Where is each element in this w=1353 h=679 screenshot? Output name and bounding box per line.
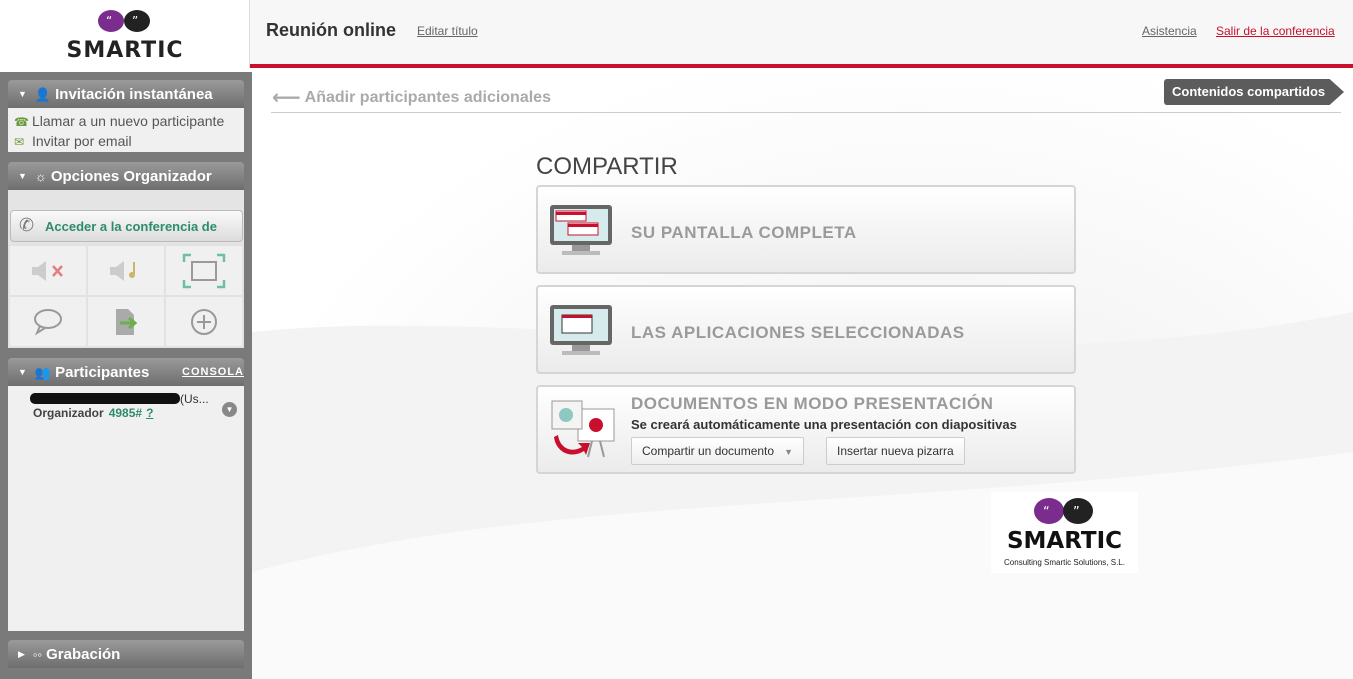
participant-role: Organizador xyxy=(33,406,104,420)
edit-title-link[interactable]: Editar título xyxy=(417,24,478,38)
participant-role-row: Organizador 4985#? xyxy=(33,406,153,420)
collapse-icon: ▼ xyxy=(18,89,27,99)
full-screen-label: SU PANTALLA COMPLETA xyxy=(631,223,857,242)
invite-panel-title: Invitación instantánea xyxy=(55,86,213,103)
logo-text: SMARTIC xyxy=(66,38,184,63)
shared-contents-button[interactable]: Contenidos compartidos xyxy=(1164,79,1344,105)
add-participants-label: Añadir participantes adicionales xyxy=(304,89,551,106)
group-icon: 👥 xyxy=(34,365,52,380)
invite-panel-header[interactable]: ▼ 👤 Invitación instantánea xyxy=(8,80,244,108)
main-content: ⟵ Añadir participantes adicionales Conten… xyxy=(252,72,1353,679)
participant-name-suffix: (Us... xyxy=(180,392,209,406)
company-logo-tagline: Consulting Smartic Solutions, S.L. xyxy=(1004,558,1125,567)
add-participants-link[interactable]: ⟵ Añadir participantes adicionales xyxy=(272,85,551,110)
participants-panel-body xyxy=(8,386,244,631)
redacted-name xyxy=(30,393,180,404)
call-new-participant-link[interactable]: ☎ Llamar a un nuevo participante xyxy=(8,111,244,131)
svg-text:“: “ xyxy=(106,14,112,28)
help-link[interactable]: Asistencia xyxy=(1142,24,1197,38)
logo-bubbles-icon: “ ” xyxy=(98,10,150,32)
monitor-window-icon xyxy=(550,305,612,355)
share-document-label: Compartir un documento xyxy=(642,444,775,458)
top-header: “ ” SMARTIC Reunión online Editar título… xyxy=(0,0,1353,68)
share-heading: COMPARTIR xyxy=(536,153,678,180)
organizer-panel-header[interactable]: ▼ ☼ Opciones Organizador xyxy=(8,162,244,190)
share-full-screen-card[interactable]: SU PANTALLA COMPLETA xyxy=(536,185,1076,274)
organizer-controls-grid xyxy=(8,244,244,348)
fullscreen-icon xyxy=(182,253,226,288)
svg-text:”: ” xyxy=(1073,505,1080,520)
presentation-icon xyxy=(551,400,615,458)
invite-email-link[interactable]: ✉ Invitar por email xyxy=(8,131,244,151)
expand-icon: ▶ xyxy=(18,649,25,659)
call-new-label: Llamar a un nuevo participante xyxy=(32,113,225,129)
monitor-icon xyxy=(550,205,612,255)
collapse-icon: ▼ xyxy=(18,367,27,377)
participant-name[interactable]: (Us... xyxy=(30,392,209,406)
organizer-panel-title: Opciones Organizador xyxy=(50,168,212,185)
access-conference-label: Acceder a la conferencia de xyxy=(45,219,217,234)
logo-bubbles-icon: “ ” xyxy=(1034,498,1093,524)
collapse-icon: ▼ xyxy=(18,171,27,181)
phone-forward-icon: ☎ xyxy=(14,115,29,129)
svg-text:“: “ xyxy=(1043,505,1050,520)
code-help-link[interactable]: ? xyxy=(146,406,153,420)
email-icon: ✉ xyxy=(14,135,25,149)
mute-all-button[interactable] xyxy=(10,246,86,295)
access-conference-button[interactable]: ✆ Acceder a la conferencia de xyxy=(10,210,243,242)
participant-menu-chevron-down-icon[interactable]: ▼ xyxy=(222,402,237,417)
invite-email-label: Invitar por email xyxy=(32,133,132,149)
presentation-title: DOCUMENTOS EN MODO PRESENTACIÓN xyxy=(631,394,994,413)
recording-panel-header[interactable]: ▶ ◦◦ Grabación xyxy=(8,640,244,668)
svg-text:”: ” xyxy=(132,14,138,28)
voicemail-icon: ◦◦ xyxy=(32,647,43,662)
add-button[interactable] xyxy=(166,297,242,346)
phone-icon: ✆ xyxy=(19,215,35,235)
company-logo: “ ” SMARTIC Consulting Smartic Solutions… xyxy=(991,492,1138,573)
company-logo-name: SMARTIC xyxy=(1006,528,1123,554)
app-logo[interactable]: “ ” SMARTIC xyxy=(0,0,250,68)
chat-button[interactable] xyxy=(10,297,86,346)
participant-code: 4985# xyxy=(108,406,143,420)
share-document-dropdown[interactable]: Compartir un documento ▼ xyxy=(631,437,804,465)
divider xyxy=(271,112,1341,113)
meeting-title: Reunión online xyxy=(266,20,396,40)
chat-bubble-icon xyxy=(34,308,62,336)
dropdown-arrow-icon: ▼ xyxy=(784,447,793,457)
back-arrow-icon: ⟵ xyxy=(272,87,301,109)
selected-apps-label: LAS APLICACIONES SELECCIONADAS xyxy=(631,323,965,342)
new-whiteboard-button[interactable]: Insertar nueva pizarra xyxy=(826,437,965,465)
share-apps-card[interactable]: LAS APLICACIONES SELECCIONADAS xyxy=(536,285,1076,374)
speaker-music-icon xyxy=(110,260,135,281)
recording-panel-title: Grabación xyxy=(46,646,121,663)
presentation-subtitle: Se creará automáticamente una presentaci… xyxy=(631,417,1017,432)
transfer-file-button[interactable] xyxy=(88,297,164,346)
fullscreen-button[interactable] xyxy=(166,246,242,295)
sidebar: ▼ 👤 Invitación instantánea ☎ Llamar a un nu… xyxy=(0,72,252,679)
file-transfer-icon xyxy=(116,308,138,335)
exit-conference-link[interactable]: Salir de la conferencia xyxy=(1216,24,1335,38)
sun-icon: ☼ xyxy=(34,169,47,184)
speaker-mute-icon xyxy=(32,260,63,281)
sound-button[interactable] xyxy=(88,246,164,295)
add-user-icon: 👤 xyxy=(34,87,52,102)
share-presentation-card: DOCUMENTOS EN MODO PRESENTACIÓN Se crear… xyxy=(536,385,1076,474)
invite-panel-body: ☎ Llamar a un nuevo participante ✉ Invitar… xyxy=(8,108,244,152)
plus-circle-icon xyxy=(191,308,217,335)
participants-panel-title: Participantes xyxy=(55,364,150,381)
console-link[interactable]: CONSOLA xyxy=(182,366,244,378)
